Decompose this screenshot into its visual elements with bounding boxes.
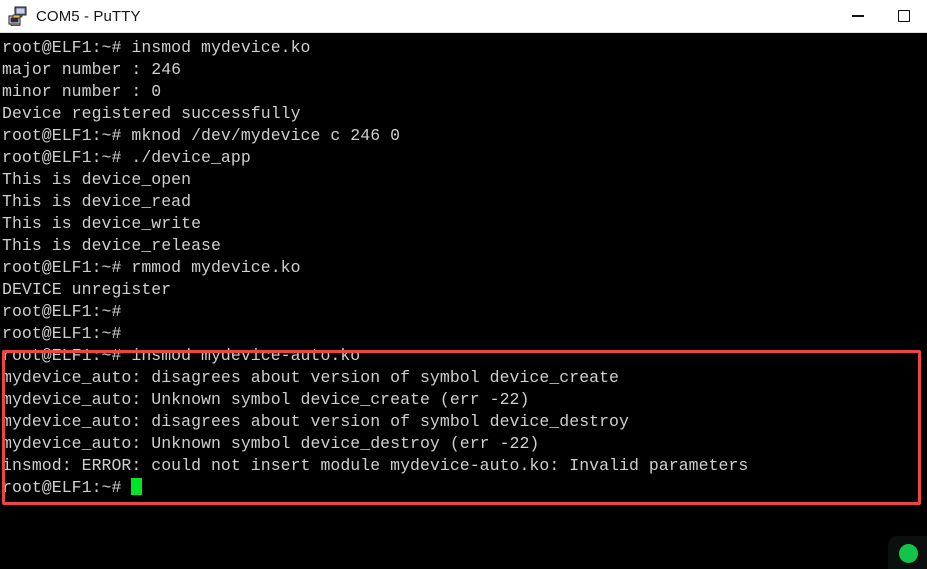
terminal-line: mydevice_auto: disagrees about version o… bbox=[2, 368, 619, 387]
terminal-line: mydevice_auto: disagrees about version o… bbox=[2, 412, 629, 431]
maximize-icon bbox=[898, 10, 910, 22]
terminal-line: major number : 246 bbox=[2, 60, 182, 79]
terminal-line: root@ELF1:~# bbox=[2, 302, 122, 321]
minimize-button[interactable] bbox=[835, 0, 881, 33]
terminal-prompt-line: root@ELF1:~# bbox=[0, 477, 927, 499]
terminal-output-area[interactable]: root@ELF1:~# insmod mydevice.ko major nu… bbox=[0, 33, 927, 569]
terminal-line-list: root@ELF1:~# insmod mydevice.ko major nu… bbox=[0, 37, 927, 499]
terminal-line: root@ELF1:~# ./device_app bbox=[2, 148, 251, 167]
minimize-icon bbox=[852, 15, 864, 17]
terminal-line: insmod: ERROR: could not insert module m… bbox=[2, 456, 749, 475]
putty-terminal-window: COM5 - PuTTY root@ELF1:~# insmod mydevic… bbox=[0, 0, 927, 569]
terminal-line: root@ELF1:~# bbox=[2, 324, 122, 343]
terminal-line: root@ELF1:~# insmod mydevice.ko bbox=[2, 38, 311, 57]
terminal-line: mydevice_auto: Unknown symbol device_des… bbox=[2, 434, 540, 453]
terminal-line: DEVICE unregister bbox=[2, 280, 172, 299]
status-dot-icon bbox=[899, 543, 918, 563]
terminal-line: root@ELF1:~# mknod /dev/mydevice c 246 0 bbox=[2, 126, 401, 145]
terminal-line: minor number : 0 bbox=[2, 82, 162, 101]
terminal-line: This is device_release bbox=[2, 236, 221, 255]
terminal-line: This is device_open bbox=[2, 170, 192, 189]
terminal-line: Device registered successfully bbox=[2, 104, 301, 123]
terminal-line: root@ELF1:~# insmod mydevice-auto.ko bbox=[2, 346, 361, 365]
terminal-cursor bbox=[131, 478, 143, 495]
terminal-line: This is device_read bbox=[2, 192, 192, 211]
window-titlebar[interactable]: COM5 - PuTTY bbox=[0, 0, 927, 33]
window-controls bbox=[835, 0, 927, 33]
terminal-line: This is device_write bbox=[2, 214, 202, 233]
putty-terminal-icon bbox=[7, 5, 29, 27]
status-indicator bbox=[888, 536, 927, 569]
terminal-line: root@ELF1:~# rmmod mydevice.ko bbox=[2, 258, 301, 277]
terminal-prompt: root@ELF1:~# bbox=[2, 478, 132, 497]
window-title: COM5 - PuTTY bbox=[36, 7, 141, 25]
terminal-line: mydevice_auto: Unknown symbol device_cre… bbox=[2, 390, 530, 409]
maximize-button[interactable] bbox=[881, 0, 927, 33]
